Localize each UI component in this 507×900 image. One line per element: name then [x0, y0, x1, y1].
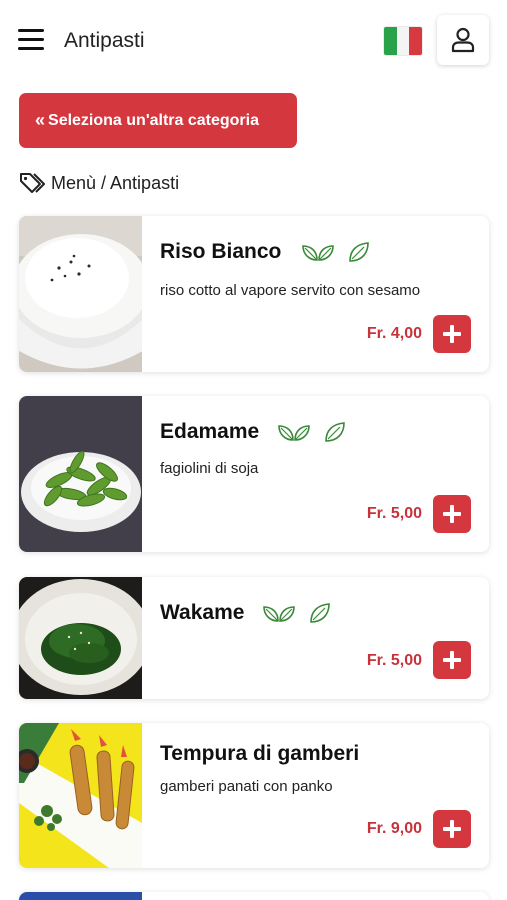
- product-card[interactable]: Wakame Fr. 5,00: [19, 577, 489, 699]
- double-chevron-left-icon: «: [35, 110, 45, 130]
- add-to-cart-button[interactable]: [433, 495, 471, 533]
- vegan-leaf-icon: [310, 603, 330, 623]
- product-image: [19, 892, 142, 900]
- product-image-wakame: [19, 577, 142, 699]
- product-name: Riso Bianco: [160, 240, 282, 263]
- top-bar: Antipasti: [0, 0, 507, 82]
- product-name: Tempura di gamberi: [160, 742, 360, 765]
- product-card[interactable]: [19, 892, 489, 900]
- vegetarian-leaves-icon: [302, 245, 334, 261]
- product-price: Fr. 5,00: [366, 505, 422, 522]
- add-to-cart-button[interactable]: [433, 315, 471, 353]
- vegetarian-leaves-icon: [263, 606, 295, 622]
- product-card[interactable]: Riso Bianco riso cotto al vapore servito…: [19, 216, 489, 372]
- product-image-rice: [19, 216, 142, 372]
- product-name: Edamame: [160, 420, 260, 443]
- vegetarian-leaves-icon: [278, 425, 310, 441]
- page-title: Antipasti: [64, 29, 145, 52]
- vegan-leaf-icon: [325, 422, 345, 442]
- product-description: gamberi panati con panko: [160, 778, 333, 795]
- vegan-leaf-icon: [349, 242, 369, 262]
- product-price: Fr. 9,00: [366, 820, 422, 837]
- add-to-cart-button[interactable]: [433, 641, 471, 679]
- product-description: riso cotto al vapore servito con sesamo: [160, 282, 421, 299]
- select-other-category-button[interactable]: « Seleziona un'altra categoria: [19, 93, 297, 148]
- user-account-button[interactable]: [437, 15, 489, 65]
- breadcrumb: Menù / Antipasti: [19, 170, 179, 196]
- breadcrumb-text: Menù / Antipasti: [51, 172, 180, 193]
- user-icon: [451, 27, 475, 53]
- product-card[interactable]: Tempura di gamberi gamberi panati con pa…: [19, 723, 489, 868]
- select-other-category-label: Seleziona un'altra categoria: [48, 111, 259, 129]
- product-image-edamame: [19, 396, 142, 552]
- product-price: Fr. 5,00: [366, 652, 422, 669]
- add-to-cart-button[interactable]: [433, 810, 471, 848]
- product-description: fagiolini di soja: [160, 460, 259, 477]
- product-price: Fr. 4,00: [366, 325, 422, 342]
- italy-flag-icon[interactable]: [384, 27, 422, 55]
- tags-icon: [20, 173, 45, 193]
- product-image-tempura: [19, 723, 142, 868]
- hamburger-icon[interactable]: [18, 29, 44, 51]
- product-card[interactable]: Edamame fagiolini di soja Fr. 5,00: [19, 396, 489, 552]
- product-name: Wakame: [160, 601, 245, 624]
